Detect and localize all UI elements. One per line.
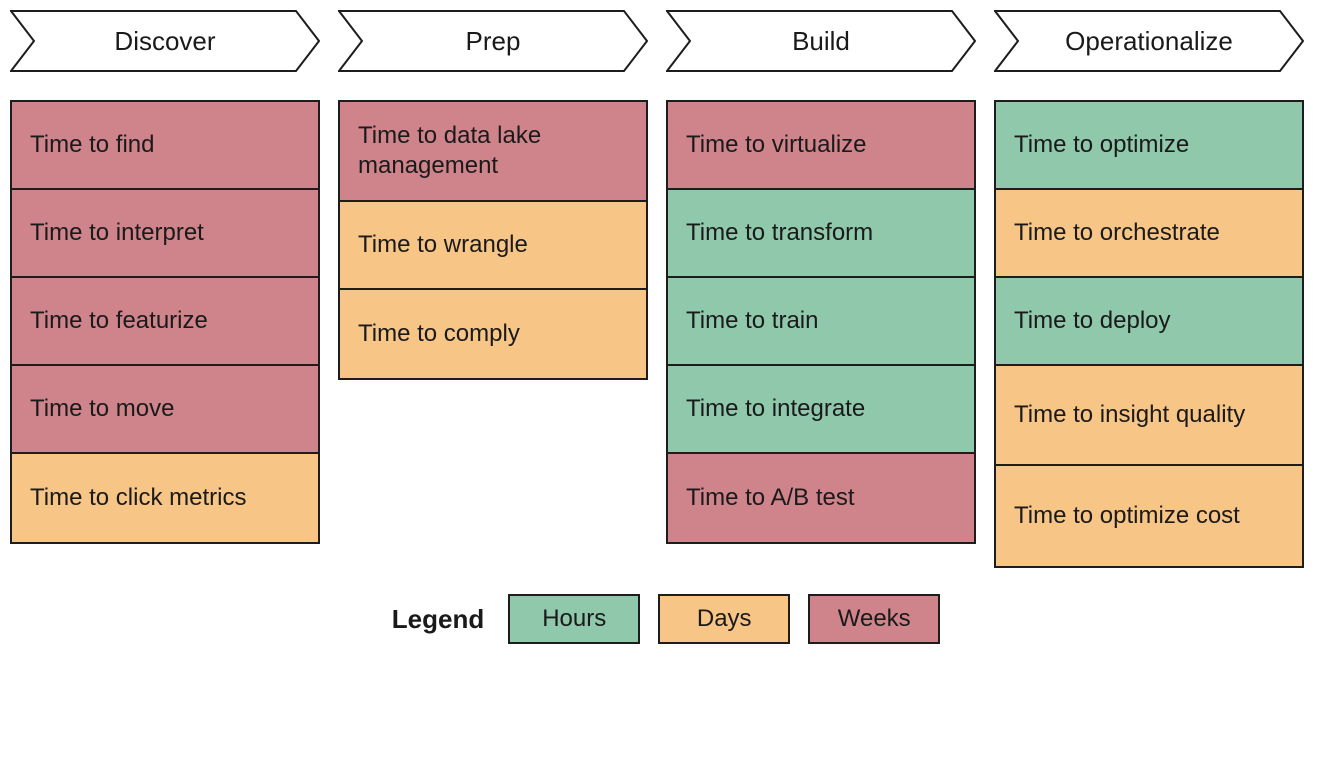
columns-row: Time to find Time to interpret Time to f… [10,100,1322,568]
legend-item-label: Weeks [838,605,911,633]
column-operationalize: Time to optimize Time to orchestrate Tim… [994,100,1304,568]
legend-item-days: Days [658,594,790,644]
cell-label: Time to wrangle [358,230,528,260]
phase-arrow-operationalize: Operationalize [994,10,1304,72]
cell-label: Time to comply [358,319,520,349]
cell-label: Time to move [30,394,174,424]
cell-label: Time to A/B test [686,483,855,513]
phase-label: Prep [338,10,648,72]
phase-label: Discover [10,10,320,72]
cell-label: Time to interpret [30,218,204,248]
column-build: Time to virtualize Time to transform Tim… [666,100,976,568]
cell-label: Time to insight quality [1014,400,1245,430]
legend-title: Legend [392,604,484,635]
cell-time-to-insight-quality: Time to insight quality [996,366,1302,466]
cell-time-to-interpret: Time to interpret [12,190,318,278]
phase-label: Build [666,10,976,72]
cell-label: Time to integrate [686,394,865,424]
cell-label: Time to deploy [1014,306,1171,336]
phase-label: Operationalize [994,10,1304,72]
legend: Legend Hours Days Weeks [10,594,1322,644]
phase-arrow-prep: Prep [338,10,648,72]
legend-item-label: Hours [542,605,606,633]
cell-label: Time to transform [686,218,873,248]
phase-arrow-discover: Discover [10,10,320,72]
cell-time-to-train: Time to train [668,278,974,366]
cell-time-to-deploy: Time to deploy [996,278,1302,366]
cell-time-to-click-metrics: Time to click metrics [12,454,318,542]
legend-item-hours: Hours [508,594,640,644]
legend-item-label: Days [697,605,752,633]
cell-time-to-wrangle: Time to wrangle [340,202,646,290]
cell-time-to-virtualize: Time to virtualize [668,102,974,190]
cell-time-to-move: Time to move [12,366,318,454]
phase-row: Discover Prep Build Operationalize [10,10,1322,72]
cell-label: Time to train [686,306,818,336]
cell-time-to-integrate: Time to integrate [668,366,974,454]
cell-time-to-data-lake-management: Time to data lake management [340,102,646,202]
cell-label: Time to optimize [1014,130,1189,160]
cell-time-to-featurize: Time to featurize [12,278,318,366]
cell-time-to-transform: Time to transform [668,190,974,278]
cell-time-to-optimize: Time to optimize [996,102,1302,190]
cell-label: Time to find [30,130,155,160]
cell-time-to-comply: Time to comply [340,290,646,378]
cell-time-to-optimize-cost: Time to optimize cost [996,466,1302,566]
cell-label: Time to orchestrate [1014,218,1220,248]
cell-label: Time to virtualize [686,130,867,160]
cell-time-to-ab-test: Time to A/B test [668,454,974,542]
cell-time-to-find: Time to find [12,102,318,190]
legend-item-weeks: Weeks [808,594,940,644]
cell-label: Time to optimize cost [1014,501,1240,531]
column-prep: Time to data lake management Time to wra… [338,100,648,568]
cell-label: Time to click metrics [30,483,246,513]
column-discover: Time to find Time to interpret Time to f… [10,100,320,568]
phase-arrow-build: Build [666,10,976,72]
cell-label: Time to data lake management [358,121,628,181]
diagram-root: Discover Prep Build Operationalize Time … [10,10,1322,644]
cell-label: Time to featurize [30,306,208,336]
cell-time-to-orchestrate: Time to orchestrate [996,190,1302,278]
